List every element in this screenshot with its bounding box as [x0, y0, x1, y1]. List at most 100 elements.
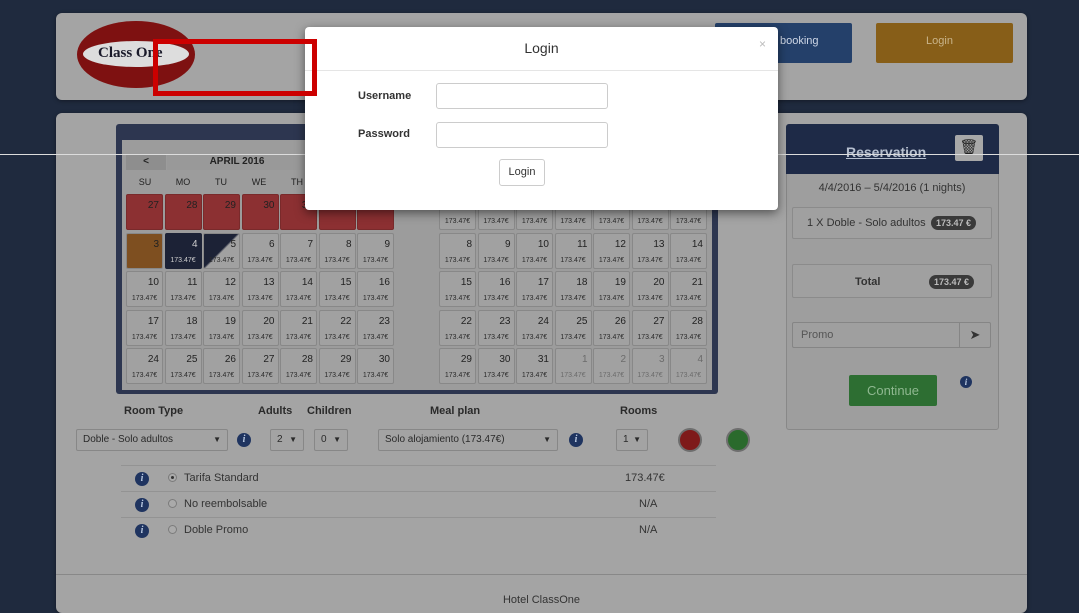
calendar-day-cell[interactable]: 7 173.47€: [280, 232, 317, 269]
day-number: 17: [147, 315, 159, 327]
rate-row[interactable]: i Doble Promo N/A: [121, 517, 716, 543]
rate-radio[interactable]: [168, 499, 177, 508]
calendar-day-cell[interactable]: 27 173.47€: [241, 348, 279, 384]
calendar-day-cell[interactable]: 10 173.47€: [126, 271, 163, 307]
info-icon[interactable]: i: [569, 433, 583, 447]
day-number: 19: [614, 277, 626, 288]
calendar-day-cell[interactable]: 28: [164, 194, 202, 230]
calendar-day-cell[interactable]: 5 173.47€: [203, 232, 240, 269]
info-icon[interactable]: i: [960, 376, 972, 388]
calendar-day-cell[interactable]: 17 173.47€: [126, 309, 163, 346]
calendar-day-cell[interactable]: 3 173.47€: [631, 348, 669, 384]
calendar-day-cell[interactable]: 30 173.47€: [357, 348, 394, 384]
rate-row[interactable]: i No reembolsable N/A: [121, 491, 716, 517]
rate-row[interactable]: i Tarifa Standard 173.47€: [121, 465, 716, 491]
calendar-day-cell[interactable]: 19 173.47€: [203, 309, 240, 346]
calendar-day-cell[interactable]: 18 173.47€: [164, 309, 202, 346]
calendar-day-cell[interactable]: 25 173.47€: [164, 348, 202, 384]
reservation-total: Total 173.47 €: [792, 264, 992, 298]
info-icon[interactable]: i: [135, 524, 149, 538]
calendar-day-cell[interactable]: 13 173.47€: [631, 232, 669, 269]
calendar-day-cell[interactable]: 29 173.47€: [318, 348, 356, 384]
username-input[interactable]: [436, 83, 608, 109]
calendar-day-cell[interactable]: 23 173.47€: [477, 309, 515, 346]
calendar-day-cell[interactable]: 14 173.47€: [280, 271, 317, 307]
children-select[interactable]: 0 ▼: [314, 429, 348, 451]
calendar-day-cell[interactable]: 28 173.47€: [670, 309, 707, 346]
calendar-day-cell[interactable]: 19 173.47€: [593, 271, 630, 307]
rate-radio[interactable]: [168, 473, 177, 482]
day-price: 173.47€: [208, 333, 235, 341]
remove-room-button[interactable]: [678, 428, 702, 452]
calendar-day-cell[interactable]: 21 173.47€: [280, 309, 317, 346]
calendar-day-cell[interactable]: 15 173.47€: [318, 271, 356, 307]
info-icon[interactable]: i: [135, 498, 149, 512]
calendar-day-cell[interactable]: 29: [203, 194, 240, 230]
login-submit-button[interactable]: Login: [499, 159, 545, 186]
calendar-day-cell[interactable]: 24 173.47€: [126, 348, 163, 384]
day-price: 173.47€: [444, 218, 471, 225]
trash-icon[interactable]: 🗑: [955, 135, 983, 161]
calendar-day-cell[interactable]: 29 173.47€: [439, 348, 476, 384]
calendar-prev-button[interactable]: <: [126, 154, 166, 170]
password-input[interactable]: [436, 122, 608, 148]
send-icon[interactable]: ➤: [959, 323, 990, 347]
calendar-day-cell[interactable]: 16 173.47€: [357, 271, 394, 307]
calendar-day-cell[interactable]: 21 173.47€: [670, 271, 707, 307]
calendar-day-cell[interactable]: 12 173.47€: [203, 271, 240, 307]
day-number: 23: [378, 315, 390, 327]
meal-plan-select[interactable]: Solo alojamiento (173.47€) ▼: [378, 429, 558, 451]
calendar-day-cell[interactable]: 10 173.47€: [516, 232, 553, 269]
calendar-day-cell[interactable]: 30: [241, 194, 279, 230]
calendar-day-cell[interactable]: 27: [126, 194, 163, 230]
calendar-day-cell[interactable]: 11 173.47€: [164, 271, 202, 307]
calendar-day-cell[interactable]: 25 173.47€: [554, 309, 592, 346]
calendar-day-cell[interactable]: 8 173.47€: [439, 232, 476, 269]
calendar-day-cell[interactable]: 12 173.47€: [593, 232, 630, 269]
calendar-day-cell[interactable]: 14 173.47€: [670, 232, 707, 269]
calendar-day-cell[interactable]: 1 173.47€: [554, 348, 592, 384]
info-icon[interactable]: i: [135, 472, 149, 486]
calendar-day-cell[interactable]: 3: [126, 232, 163, 269]
calendar-day-cell[interactable]: 22 173.47€: [439, 309, 476, 346]
calendar-day-cell[interactable]: 27 173.47€: [631, 309, 669, 346]
calendar-day-cell[interactable]: 4 173.47€: [670, 348, 707, 384]
header-login-button[interactable]: Login: [876, 23, 1013, 63]
calendar-day-cell[interactable]: 20 173.47€: [631, 271, 669, 307]
calendar-day-cell[interactable]: 4 173.47€: [164, 232, 202, 269]
add-room-button[interactable]: [726, 428, 750, 452]
calendar-day-cell[interactable]: 31 173.47€: [516, 348, 553, 384]
calendar-day-cell[interactable]: 20 173.47€: [241, 309, 279, 346]
calendar-day-cell[interactable]: 22 173.47€: [318, 309, 356, 346]
calendar-day-cell[interactable]: 13 173.47€: [241, 271, 279, 307]
room-type-select[interactable]: Doble - Solo adultos ▼: [76, 429, 228, 451]
calendar-day-cell[interactable]: 9 173.47€: [477, 232, 515, 269]
day-price: 173.47€: [444, 256, 471, 264]
rooms-select[interactable]: 1 ▼: [616, 429, 648, 451]
day-price: 173.47€: [675, 218, 702, 225]
rate-radio[interactable]: [168, 525, 177, 534]
continue-button[interactable]: Continue: [849, 375, 937, 406]
rate-name: Tarifa Standard: [184, 472, 259, 484]
calendar-day-cell[interactable]: 8 173.47€: [318, 232, 356, 269]
calendar-day-cell[interactable]: 28 173.47€: [280, 348, 317, 384]
day-number: 3: [658, 354, 665, 365]
calendar-day-cell[interactable]: 2 173.47€: [593, 348, 630, 384]
calendar-day-cell[interactable]: 30 173.47€: [477, 348, 515, 384]
calendar-day-cell[interactable]: 6 173.47€: [241, 232, 279, 269]
adults-select[interactable]: 2 ▼: [270, 429, 304, 451]
calendar-day-cell[interactable]: 17 173.47€: [516, 271, 553, 307]
calendar-day-cell[interactable]: 16 173.47€: [477, 271, 515, 307]
calendar-day-cell[interactable]: 11 173.47€: [554, 232, 592, 269]
day-price: 173.47€: [324, 333, 350, 341]
calendar-day-cell[interactable]: 18 173.47€: [554, 271, 592, 307]
calendar-day-cell[interactable]: 26 173.47€: [593, 309, 630, 346]
info-icon[interactable]: i: [237, 433, 251, 447]
calendar-day-cell[interactable]: 26 173.47€: [203, 348, 240, 384]
calendar-day-cell[interactable]: 15 173.47€: [439, 271, 476, 307]
calendar-day-cell[interactable]: 23 173.47€: [357, 309, 394, 346]
calendar-day-cell[interactable]: 9 173.47€: [357, 232, 394, 269]
day-number: 9: [504, 238, 511, 250]
close-icon[interactable]: ×: [759, 37, 766, 51]
calendar-day-cell[interactable]: 24 173.47€: [516, 309, 553, 346]
